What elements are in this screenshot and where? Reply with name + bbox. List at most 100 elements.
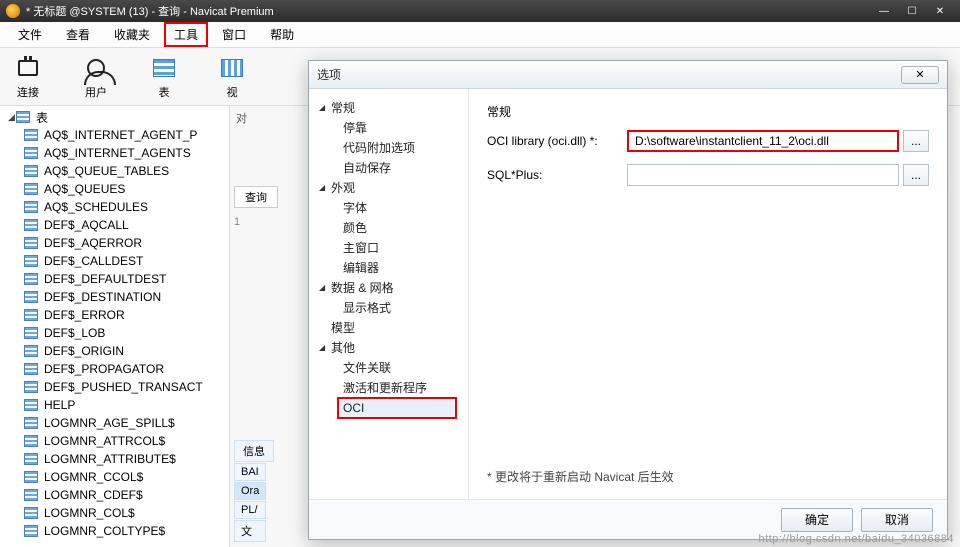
tree-item[interactable]: DEF$_ORIGIN [0, 342, 229, 360]
menu-help[interactable]: 帮助 [260, 22, 304, 47]
result-tag[interactable]: PL/ [234, 501, 266, 519]
nav-oci[interactable]: OCI [337, 397, 457, 419]
table-icon [24, 291, 38, 303]
tree-item[interactable]: DEF$_CALLDEST [0, 252, 229, 270]
result-tag[interactable]: 文 [234, 520, 266, 542]
tree-item[interactable]: AQ$_QUEUES [0, 180, 229, 198]
table-icon [24, 507, 38, 519]
tree-item[interactable]: LOGMNR_ATTRCOL$ [0, 432, 229, 450]
watermark: http://blog.csdn.net/baidu_34036884 [759, 533, 954, 545]
nav-autosave[interactable]: 自动保存 [309, 157, 468, 177]
tree-item[interactable]: HELP [0, 396, 229, 414]
tree-item[interactable]: AQ$_INTERNET_AGENTS [0, 144, 229, 162]
nav-font[interactable]: 字体 [309, 197, 468, 217]
options-nav[interactable]: ◢常规 停靠 代码附加选项 自动保存 ◢外观 字体 颜色 主窗口 编辑器 ◢数据… [309, 89, 469, 499]
connect-button[interactable]: 连接 [14, 54, 42, 100]
nav-appearance[interactable]: ◢外观 [309, 177, 468, 197]
menu-window[interactable]: 窗口 [212, 22, 256, 47]
tree-item[interactable]: DEF$_ERROR [0, 306, 229, 324]
nav-general[interactable]: ◢常规 [309, 97, 468, 117]
nav-model[interactable]: 模型 [309, 317, 468, 337]
menu-file[interactable]: 文件 [8, 22, 52, 47]
dialog-titlebar[interactable]: 选项 ✕ [309, 61, 947, 89]
tree-item-label: DEF$_CALLDEST [44, 254, 143, 268]
tree-item-label: LOGMNR_AGE_SPILL$ [44, 416, 175, 430]
result-tag[interactable]: Ora [234, 482, 266, 500]
grid-icon [218, 54, 246, 82]
nav-dock[interactable]: 停靠 [309, 117, 468, 137]
nav-code-addon[interactable]: 代码附加选项 [309, 137, 468, 157]
table-icon [150, 54, 178, 82]
app-icon [6, 4, 20, 18]
nav-other[interactable]: ◢其他 [309, 337, 468, 357]
table-icon [24, 453, 38, 465]
table-button[interactable]: 表 [150, 54, 178, 100]
user-button[interactable]: 用户 [82, 54, 110, 100]
table-icon [24, 129, 38, 141]
user-label: 用户 [85, 84, 107, 100]
nav-display-format[interactable]: 显示格式 [309, 297, 468, 317]
menu-favorites[interactable]: 收藏夹 [104, 22, 160, 47]
menu-bar: 文件 查看 收藏夹 工具 窗口 帮助 [0, 22, 960, 48]
tree-item[interactable]: AQ$_INTERNET_AGENT_P [0, 126, 229, 144]
tree-item-label: AQ$_QUEUES [44, 182, 125, 196]
tree-item[interactable]: DEF$_DESTINATION [0, 288, 229, 306]
tree-item[interactable]: DEF$_PROPAGATOR [0, 360, 229, 378]
restart-note: * 更改将于重新启动 Navicat 后生效 [487, 468, 674, 485]
tree-item[interactable]: LOGMNR_CCOL$ [0, 468, 229, 486]
view-button-cut[interactable]: 视 [218, 54, 246, 100]
query-tab[interactable]: 查询 [234, 186, 278, 208]
tree-item[interactable]: AQ$_QUEUE_TABLES [0, 162, 229, 180]
menu-view[interactable]: 查看 [56, 22, 100, 47]
tree-item-label: LOGMNR_CDEF$ [44, 488, 143, 502]
minimize-button[interactable]: — [870, 6, 898, 17]
tree-root-tables[interactable]: ◢ 表 [0, 108, 229, 126]
cancel-button[interactable]: 取消 [861, 508, 933, 532]
tree-item[interactable]: LOGMNR_COLTYPE$ [0, 522, 229, 540]
sqlplus-browse-button[interactable]: ... [903, 164, 929, 186]
tree-item[interactable]: LOGMNR_ATTRIBUTE$ [0, 450, 229, 468]
dialog-close-button[interactable]: ✕ [901, 66, 939, 84]
sqlplus-input[interactable] [627, 164, 899, 186]
table-icon [24, 201, 38, 213]
tree-item[interactable]: LOGMNR_AGE_SPILL$ [0, 414, 229, 432]
nav-editor[interactable]: 编辑器 [309, 257, 468, 277]
close-button[interactable]: ✕ [926, 6, 954, 17]
menu-tools[interactable]: 工具 [164, 22, 208, 47]
tab-obj-cut[interactable]: 对 [236, 110, 247, 126]
nav-file-assoc[interactable]: 文件关联 [309, 357, 468, 377]
tree-item[interactable]: LOGMNR_CDEF$ [0, 486, 229, 504]
collapse-icon[interactable]: ◢ [8, 112, 16, 123]
oci-library-input[interactable]: D:\software\instantclient_11_2\oci.dll [627, 130, 899, 152]
tree-item[interactable]: LOGMNR_COL$ [0, 504, 229, 522]
tree-item-label: AQ$_SCHEDULES [44, 200, 148, 214]
tree-item[interactable]: DEF$_AQCALL [0, 216, 229, 234]
nav-activate-update[interactable]: 激活和更新程序 [309, 377, 468, 397]
tree-item-label: DEF$_ORIGIN [44, 344, 124, 358]
tree-item[interactable]: DEF$_LOB [0, 324, 229, 342]
tree-item-label: LOGMNR_CCOL$ [44, 470, 143, 484]
table-icon [24, 219, 38, 231]
tree-item[interactable]: DEF$_DEFAULTDEST [0, 270, 229, 288]
tree-item-label: AQ$_QUEUE_TABLES [44, 164, 169, 178]
object-tree[interactable]: ◢ 表 AQ$_INTERNET_AGENT_PAQ$_INTERNET_AGE… [0, 106, 230, 547]
oci-browse-button[interactable]: ... [903, 130, 929, 152]
tree-item[interactable]: AQ$_SCHEDULES [0, 198, 229, 216]
table-icon [24, 471, 38, 483]
tree-root-label: 表 [36, 109, 48, 126]
tree-item[interactable]: DEF$_AQERROR [0, 234, 229, 252]
tree-item-label: HELP [44, 398, 75, 412]
nav-main-window[interactable]: 主窗口 [309, 237, 468, 257]
nav-data-grid[interactable]: ◢数据 & 网格 [309, 277, 468, 297]
table-icon [24, 399, 38, 411]
table-icon [24, 255, 38, 267]
tree-item-label: DEF$_AQERROR [44, 236, 142, 250]
tree-item-label: DEF$_DEFAULTDEST [44, 272, 166, 286]
maximize-button[interactable]: ☐ [898, 6, 926, 17]
ok-button[interactable]: 确定 [781, 508, 853, 532]
nav-color[interactable]: 颜色 [309, 217, 468, 237]
tree-item-label: LOGMNR_COLTYPE$ [44, 524, 165, 538]
info-tab[interactable]: 信息 [234, 440, 274, 462]
result-tag[interactable]: BAI [234, 463, 266, 481]
tree-item[interactable]: DEF$_PUSHED_TRANSACT [0, 378, 229, 396]
